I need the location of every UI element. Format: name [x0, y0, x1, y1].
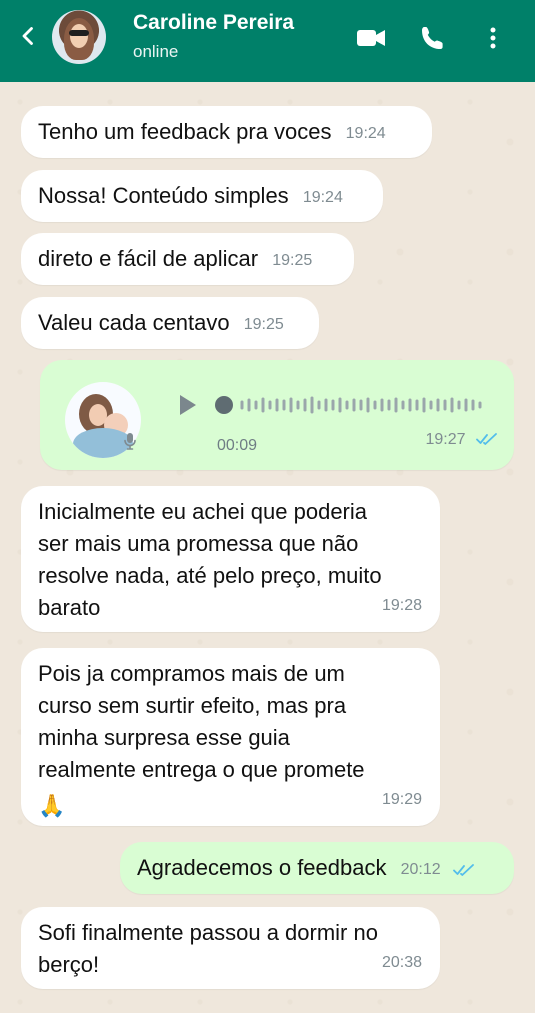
- message-incoming[interactable]: Nossa! Conteúdo simples 19:24: [21, 170, 383, 222]
- message-time: 20:12: [400, 861, 441, 878]
- video-call-icon[interactable]: [355, 22, 387, 54]
- message-incoming[interactable]: Inicialmente eu achei que poderia ser ma…: [21, 486, 440, 632]
- message-line: Sofi finalmente passou a dormir no: [38, 920, 378, 945]
- message-incoming[interactable]: Sofi finalmente passou a dormir no berço…: [21, 907, 440, 989]
- message-incoming[interactable]: Valeu cada centavo 19:25: [21, 297, 319, 349]
- contact-name[interactable]: Caroline Pereira: [133, 10, 294, 36]
- message-time: 19:27: [426, 424, 499, 456]
- message-time: 19:28: [381, 597, 422, 614]
- message-emoji-line: 🙏: [38, 786, 423, 818]
- message-time: 19:24: [345, 125, 386, 142]
- chat-header: Caroline Pereira online: [0, 0, 535, 82]
- message-time: 19:29: [381, 791, 422, 808]
- more-options-icon[interactable]: [477, 22, 509, 54]
- message-time: 20:38: [381, 954, 422, 971]
- message-line: Inicialmente eu achei que poderia: [38, 499, 368, 524]
- chat-area[interactable]: Tenho um feedback pra voces 19:24 Nossa!…: [0, 82, 535, 1013]
- message-time-text: 19:27: [425, 431, 466, 448]
- message-line: curso sem surtir efeito, mas pra: [38, 693, 347, 718]
- message-incoming[interactable]: Pois ja compramos mais de um curso sem s…: [21, 648, 440, 826]
- message-line: ser mais uma promessa que não: [38, 531, 359, 556]
- message-line: Pois ja compramos mais de um: [38, 661, 345, 686]
- message-text: Nossa! Conteúdo simples: [38, 183, 289, 208]
- contact-status: online: [133, 42, 179, 61]
- audio-duration: 00:09: [217, 437, 258, 454]
- praying-hands-icon: 🙏: [38, 793, 66, 818]
- voice-message-outgoing[interactable]: 00:09 19:27: [40, 360, 514, 470]
- double-check-icon: [476, 433, 497, 445]
- message-text: Tenho um feedback pra voces: [38, 119, 332, 144]
- message-line: realmente entrega o que promete: [38, 757, 365, 782]
- message-time: 19:25: [272, 252, 313, 269]
- message-line: berço!: [38, 952, 100, 977]
- message-text: Valeu cada centavo: [38, 310, 230, 335]
- message-time: 19:24: [302, 189, 343, 206]
- message-line: barato: [38, 595, 101, 620]
- phone-call-icon[interactable]: [417, 22, 449, 54]
- message-time: 19:25: [243, 316, 284, 333]
- double-check-icon: [452, 864, 474, 876]
- audio-waveform[interactable]: [214, 394, 484, 416]
- message-outgoing[interactable]: Agradecemos o feedback 20:12: [120, 842, 514, 894]
- microphone-icon: [124, 433, 136, 450]
- message-text: Agradecemos o feedback: [137, 855, 387, 880]
- play-icon[interactable]: [175, 393, 199, 417]
- message-incoming[interactable]: Tenho um feedback pra voces 19:24: [21, 106, 432, 158]
- message-line: resolve nada, até pelo preço, muito: [38, 563, 382, 588]
- avatar-face: [70, 24, 88, 48]
- message-incoming[interactable]: direto e fácil de aplicar 19:25: [21, 233, 354, 285]
- avatar-glasses: [69, 30, 89, 36]
- message-text: direto e fácil de aplicar: [38, 246, 259, 271]
- message-line: minha surpresa esse guia: [38, 725, 290, 750]
- back-arrow-icon[interactable]: [16, 24, 40, 48]
- contact-avatar[interactable]: [52, 10, 106, 64]
